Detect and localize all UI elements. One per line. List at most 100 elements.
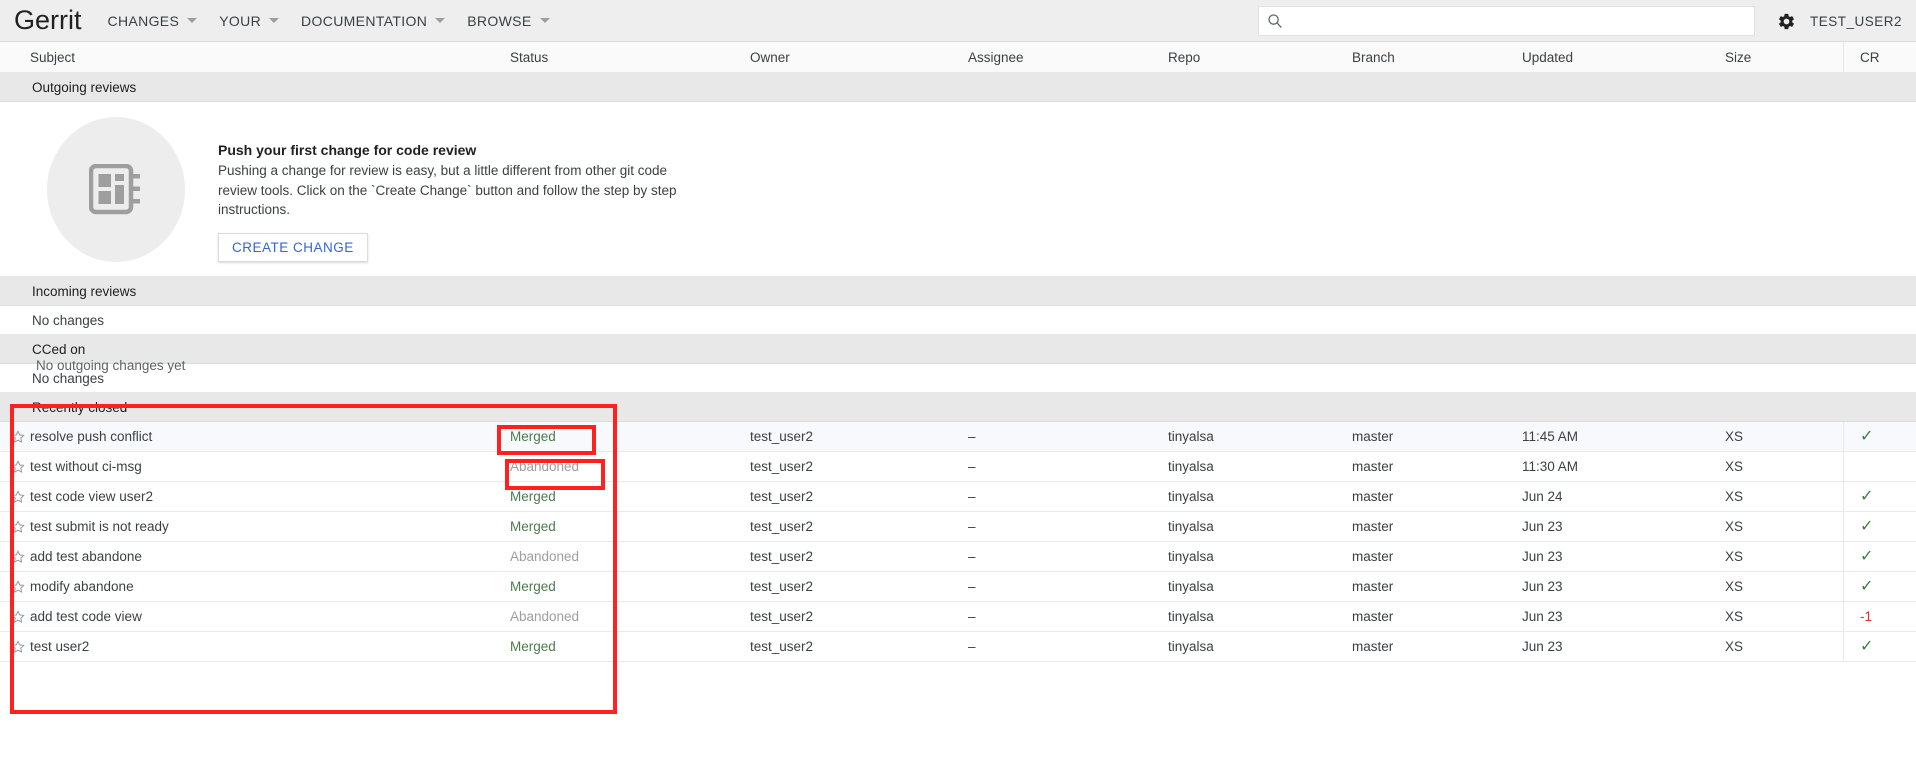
row-updated: Jun 24: [1522, 489, 1563, 504]
nav-item-documentation[interactable]: DOCUMENTATION: [301, 0, 446, 42]
star-outline-icon[interactable]: [10, 579, 26, 595]
column-header-repo[interactable]: Repo: [1168, 50, 1352, 65]
row-assignee: –: [968, 609, 976, 624]
star-button[interactable]: [0, 459, 30, 475]
settings-button[interactable]: [1777, 12, 1796, 31]
status-badge: Merged: [510, 429, 556, 444]
row-cr: ✓: [1843, 512, 1916, 541]
star-outline-icon[interactable]: [10, 459, 26, 475]
row-owner[interactable]: test_user2: [750, 549, 968, 564]
table-row[interactable]: test code view user2 Merged test_user2– tin…: [0, 482, 1916, 512]
row-owner[interactable]: test_user2: [750, 579, 968, 594]
row-branch[interactable]: master: [1352, 549, 1522, 564]
app-header: Gerrit CHANGES YOUR DOCUMENTATION BROWSE: [0, 0, 1916, 42]
table-row[interactable]: add test code view Abandoned test_user2– ti…: [0, 602, 1916, 632]
star-button[interactable]: [0, 429, 30, 445]
section-header-outgoing: Outgoing reviews: [0, 73, 1916, 102]
row-subject[interactable]: test user2: [30, 639, 510, 654]
row-assignee: –: [968, 459, 976, 474]
column-header-cr[interactable]: CR: [1843, 42, 1916, 72]
cr-score: ✓: [1860, 637, 1874, 655]
nav-item-browse[interactable]: BROWSE: [467, 0, 550, 42]
table-bottom-filler: [0, 662, 1916, 714]
star-button[interactable]: [0, 639, 30, 655]
row-branch[interactable]: master: [1352, 489, 1522, 504]
column-header-owner[interactable]: Owner: [750, 50, 968, 65]
row-repo[interactable]: tinyalsa: [1168, 459, 1352, 474]
row-branch[interactable]: master: [1352, 519, 1522, 534]
column-header-branch[interactable]: Branch: [1352, 50, 1522, 65]
row-updated: Jun 23: [1522, 609, 1563, 624]
status-badge: Merged: [510, 489, 556, 504]
star-button[interactable]: [0, 519, 30, 535]
table-row[interactable]: resolve push conflict Merged test_user2– ti…: [0, 422, 1916, 452]
row-subject[interactable]: add test code view: [30, 609, 510, 624]
row-cr: [1843, 452, 1916, 481]
row-owner[interactable]: test_user2: [750, 519, 968, 534]
row-subject[interactable]: test submit is not ready: [30, 519, 510, 534]
row-subject[interactable]: add test abandone: [30, 549, 510, 564]
column-header-size[interactable]: Size: [1725, 50, 1843, 65]
row-repo[interactable]: tinyalsa: [1168, 639, 1352, 654]
row-size: XS: [1725, 609, 1744, 624]
table-row[interactable]: test user2 Merged test_user2– tinyalsa maste…: [0, 632, 1916, 662]
section-label-outgoing: Outgoing reviews: [32, 79, 137, 95]
empty-state-body: Pushing a change for review is easy, but…: [218, 163, 677, 217]
row-owner[interactable]: test_user2: [750, 489, 968, 504]
row-repo[interactable]: tinyalsa: [1168, 429, 1352, 444]
star-button[interactable]: [0, 489, 30, 505]
column-header-assignee[interactable]: Assignee: [968, 50, 1168, 65]
table-row[interactable]: modify abandone Merged test_user2– tinyalsa…: [0, 572, 1916, 602]
row-branch[interactable]: master: [1352, 639, 1522, 654]
row-assignee: –: [968, 639, 976, 654]
chevron-down-icon: [435, 18, 446, 23]
row-repo[interactable]: tinyalsa: [1168, 579, 1352, 594]
table-row[interactable]: add test abandone Abandoned test_user2– tin…: [0, 542, 1916, 572]
section-header-incoming: Incoming reviews: [0, 277, 1916, 306]
status-badge: Abandoned: [510, 609, 580, 624]
row-updated: Jun 23: [1522, 639, 1563, 654]
create-change-button[interactable]: CREATE CHANGE: [218, 232, 368, 262]
row-repo[interactable]: tinyalsa: [1168, 549, 1352, 564]
row-subject[interactable]: resolve push conflict: [30, 429, 510, 444]
column-header-updated[interactable]: Updated: [1522, 50, 1725, 65]
row-subject[interactable]: modify abandone: [30, 579, 510, 594]
row-owner[interactable]: test_user2: [750, 459, 968, 474]
star-outline-icon[interactable]: [10, 549, 26, 565]
column-header-status[interactable]: Status: [510, 50, 750, 65]
column-header-subject[interactable]: Subject: [30, 50, 510, 65]
row-owner[interactable]: test_user2: [750, 429, 968, 444]
row-subject[interactable]: test without ci-msg: [30, 459, 510, 474]
star-outline-icon[interactable]: [10, 609, 26, 625]
row-branch[interactable]: master: [1352, 609, 1522, 624]
search-input[interactable]: [1288, 12, 1746, 30]
row-branch[interactable]: master: [1352, 579, 1522, 594]
nav-item-changes[interactable]: CHANGES: [108, 0, 198, 42]
table-row[interactable]: test submit is not ready Merged test_user2…: [0, 512, 1916, 542]
row-repo[interactable]: tinyalsa: [1168, 609, 1352, 624]
nav-item-changes-label: CHANGES: [107, 12, 180, 29]
star-button[interactable]: [0, 579, 30, 595]
star-outline-icon[interactable]: [10, 519, 26, 535]
star-button[interactable]: [0, 549, 30, 565]
table-row[interactable]: test without ci-msg Abandoned test_user2– t…: [0, 452, 1916, 482]
row-repo[interactable]: tinyalsa: [1168, 519, 1352, 534]
row-owner[interactable]: test_user2: [750, 639, 968, 654]
row-branch[interactable]: master: [1352, 459, 1522, 474]
nav-item-your[interactable]: YOUR: [219, 0, 280, 42]
star-outline-icon[interactable]: [10, 429, 26, 445]
table-header-row: Subject Status Owner Assignee Repo Branc…: [0, 42, 1916, 73]
star-button[interactable]: [0, 609, 30, 625]
gerrit-logo[interactable]: Gerrit: [14, 7, 82, 34]
row-repo[interactable]: tinyalsa: [1168, 489, 1352, 504]
star-outline-icon[interactable]: [10, 639, 26, 655]
row-branch[interactable]: master: [1352, 429, 1522, 444]
row-owner[interactable]: test_user2: [750, 609, 968, 624]
row-size: XS: [1725, 459, 1744, 474]
chevron-down-icon: [269, 18, 280, 23]
cr-score: ✓: [1860, 517, 1874, 535]
star-outline-icon[interactable]: [10, 489, 26, 505]
search-box[interactable]: [1257, 6, 1755, 36]
user-menu[interactable]: TEST_USER2: [1810, 14, 1902, 29]
row-subject[interactable]: test code view user2: [30, 489, 510, 504]
